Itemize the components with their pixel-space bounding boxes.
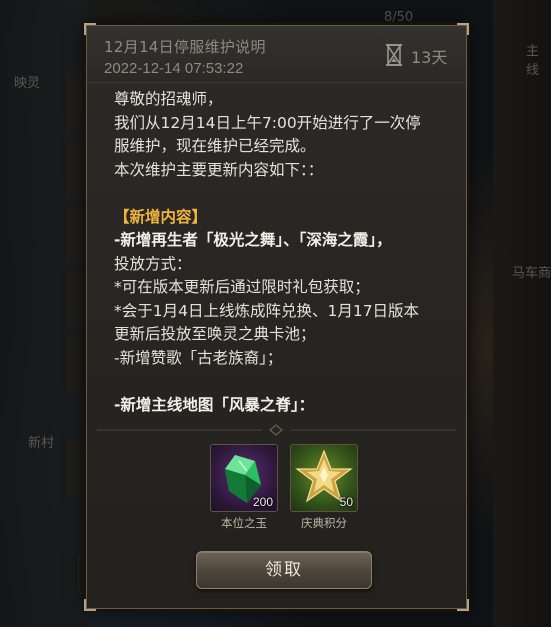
mail-body-line: 尊敬的招魂师， [114,90,223,108]
claim-button[interactable]: 领取 [196,551,372,589]
mail-title: 12月14日停服维护说明 [104,38,266,56]
mail-date: 2022-12-14 07:53:22 [104,60,244,77]
reward-item[interactable]: 200 本位之玉 [210,444,278,531]
mail-body-line: 本次维护主要更新内容如下：： [114,160,324,179]
mail-body-line: 投放方式： [114,254,192,273]
mail-body-blank-line [114,182,449,206]
background-label: 映灵 [14,76,41,91]
mail-body-line: -新增再生者「极光之舞」、「深海之霞」， [114,231,392,249]
mail-body-line: 我们从12月14日上午7:00开始进行了一次停 [114,113,421,132]
reward-quantity: 200 [252,495,273,509]
reward-name: 本位之玉 [221,516,267,530]
mail-dialog: 12月14日停服维护说明 2022-12-14 07:53:22 13天 尊敬的… [84,23,469,611]
reward-quantity: 50 [339,495,353,509]
mail-body-line: -新增主线地图「风暴之脊」： [114,395,315,414]
reward-list: 200 本位之玉 50 庆典积分 [87,444,466,534]
background-label: 新村 [28,436,55,451]
background-right-panel [493,0,551,627]
mail-body[interactable]: 尊敬的招魂师， 我们从12月14日上午7:00开始进行了一次停 服维护，现在维护已经… [114,88,449,418]
mail-header: 12月14日停服维护说明 2022-12-14 07:53:22 13天 [87,26,466,83]
background-label: 主线 [526,44,540,78]
reward-slot: 50 [290,444,358,512]
mail-body-line: *会于1月4日上线炼成阵兑换、1月17日版本 [114,301,420,320]
mail-body-line: 更新后投放至唤灵之典卡池； [114,325,316,343]
mail-body-line: 【新增内容】 [114,207,208,226]
reward-name: 庆典积分 [301,516,347,530]
reward-item[interactable]: 50 庆典积分 [290,444,358,531]
reward-divider [97,424,456,436]
reward-slot: 200 [210,444,278,512]
background-label: 马车商 [512,266,551,281]
hourglass-icon [386,43,402,67]
mail-body-line: *可在版本更新后通过限时礼包获取； [114,278,370,296]
mail-body-line: -新增赞歌「古老族裔」； [114,348,283,367]
expire-days: 13天 [411,48,448,67]
frame-corner [457,599,469,611]
mail-body-blank-line [114,370,449,394]
background-counter: 8/50 [384,10,414,25]
frame-corner [84,599,96,611]
mail-body-line: 服维护，现在维护已经完成。 [114,137,316,155]
